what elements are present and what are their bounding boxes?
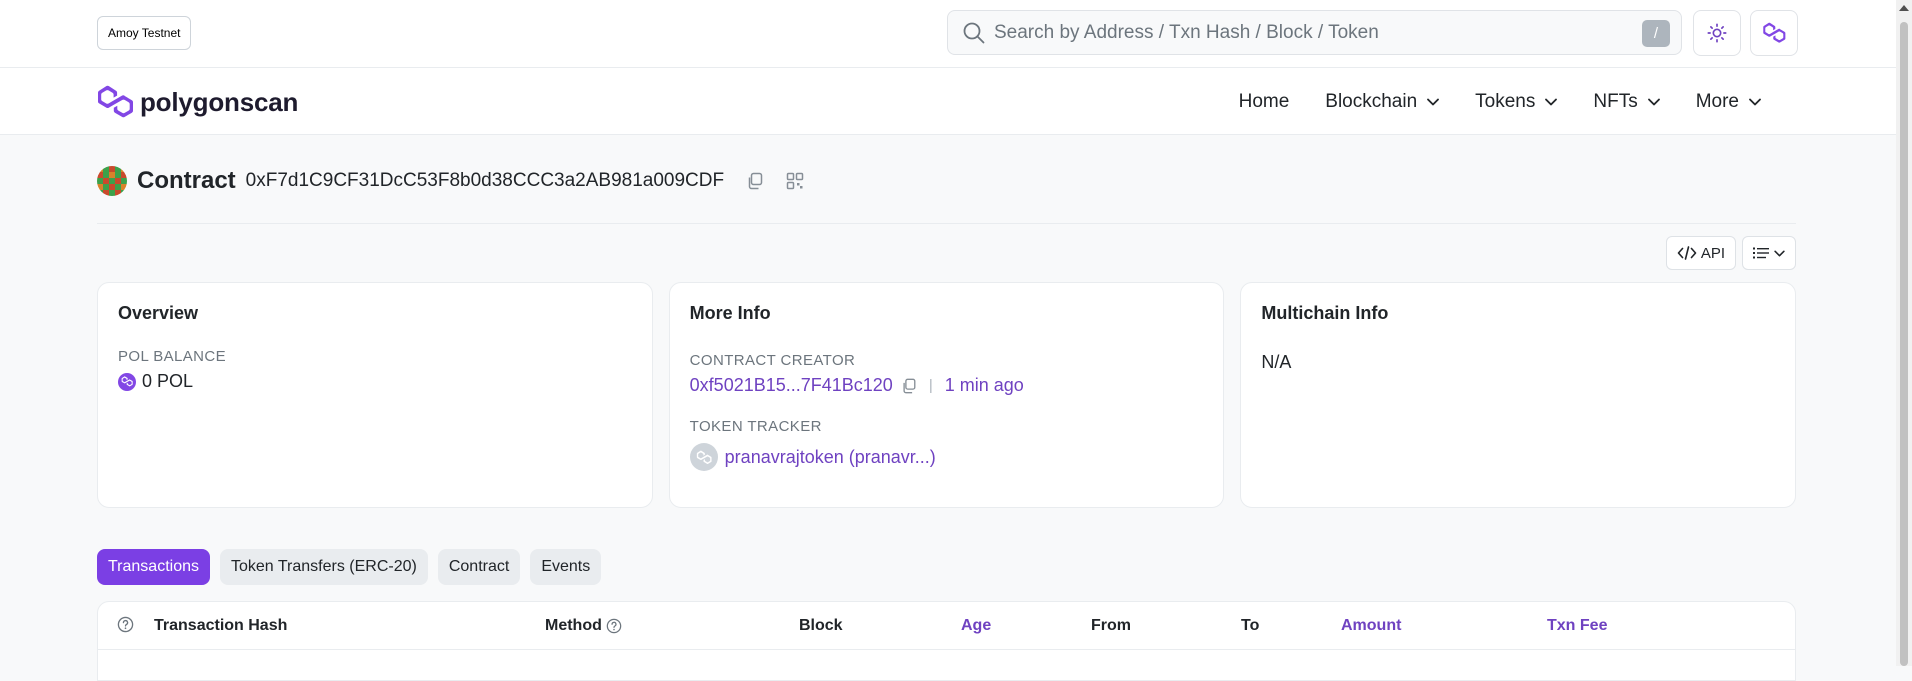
nav-item-more[interactable]: More	[1696, 91, 1761, 113]
creator-row: 0xf5021B15...7F41Bc120 | 1 min ago	[690, 375, 1204, 396]
chevron-down-icon	[1647, 98, 1660, 105]
column-header-age[interactable]: Age	[961, 602, 991, 649]
card-title: Multichain Info	[1261, 303, 1389, 323]
search-icon	[963, 22, 985, 44]
table-header-divider	[98, 649, 1795, 650]
nav-item-label: NFTs	[1593, 90, 1638, 112]
multichain-card: Multichain Info N/A	[1240, 282, 1797, 508]
column-header-txn-fee[interactable]: Txn Fee	[1547, 602, 1607, 649]
polygonscan-logo[interactable]: polygonscan	[96, 85, 298, 119]
creation-tx-link[interactable]: 1 min ago	[945, 375, 1024, 396]
help-icon[interactable]	[117, 616, 134, 633]
tab-events[interactable]: Events	[530, 549, 602, 585]
pol-token-icon	[118, 372, 136, 391]
qr-code-icon[interactable]	[786, 172, 804, 190]
nav-item-label: More	[1695, 90, 1739, 112]
header-divider	[97, 223, 1796, 224]
tab-token-transfers[interactable]: Token Transfers (ERC-20)	[220, 549, 428, 585]
transactions-table: Transaction Hash Method Block Age From T…	[97, 601, 1796, 681]
scrollbar-thumb[interactable]	[1900, 22, 1908, 666]
balance-value-row: 0 POL	[118, 371, 632, 392]
address-avatar	[97, 166, 127, 196]
more-options-dropdown[interactable]	[1742, 236, 1796, 270]
more-info-card: More Info CONTRACT CREATOR 0xf5021B15...…	[668, 282, 1225, 508]
nav-menu: Home Blockchain Tokens NFTs More	[1203, 68, 1761, 135]
chevron-down-icon	[1545, 98, 1558, 105]
column-header-amount[interactable]: Amount	[1341, 602, 1401, 649]
polygon-logo-icon	[98, 85, 133, 118]
contract-address: 0xF7d1C9CF31DcC53F8b0d38CCC3a2AB981a009C…	[245, 170, 725, 191]
tab-bar: Transactions Token Transfers (ERC-20) Co…	[97, 549, 611, 585]
page-title: Contract	[137, 167, 236, 194]
column-header-method: Method	[545, 602, 622, 649]
info-cards: Overview POL BALANCE 0 POL More Info CON…	[97, 282, 1797, 508]
api-button[interactable]: API	[1665, 236, 1736, 270]
column-header-transaction-hash: Transaction Hash	[154, 617, 288, 634]
code-icon	[1677, 246, 1697, 260]
creator-label: CONTRACT CREATOR	[689, 352, 856, 369]
search-box[interactable]: /	[947, 10, 1682, 55]
network-badge[interactable]: Amoy Testnet	[97, 16, 192, 50]
search-input[interactable]	[994, 11, 1594, 54]
logo-text: polygonscan	[140, 86, 299, 117]
nav-item-blockchain[interactable]: Blockchain	[1325, 90, 1440, 113]
help-icon[interactable]	[606, 618, 622, 634]
creator-address-link[interactable]: 0xf5021B15...7F41Bc120	[690, 375, 893, 396]
chevron-down-icon	[1427, 98, 1440, 105]
column-header-block: Block	[799, 617, 843, 634]
search-shortcut-key: /	[1642, 20, 1670, 47]
token-icon	[689, 443, 718, 471]
api-label: API	[1700, 244, 1725, 262]
main-navbar: polygonscan Home Blockchain Tokens NFTs …	[0, 68, 1896, 135]
polygon-logo-icon	[1763, 22, 1786, 43]
scroll-up-arrow-icon[interactable]	[1899, 5, 1909, 11]
overview-card: Overview POL BALANCE 0 POL	[97, 282, 653, 508]
contract-header: Contract 0xF7d1C9CF31DcC53F8b0d38CCC3a2A…	[97, 163, 804, 199]
page-tools: API	[1660, 236, 1796, 270]
page-scrollbar[interactable]	[1896, 0, 1912, 666]
sun-icon	[1707, 23, 1727, 43]
polygon-network-button[interactable]	[1750, 10, 1798, 56]
theme-toggle-button[interactable]	[1693, 10, 1741, 56]
copy-icon[interactable]	[746, 172, 764, 190]
balance-value: 0 POL	[142, 371, 194, 391]
column-header-label: Method	[545, 617, 602, 634]
nav-item-home[interactable]: Home	[1239, 91, 1290, 113]
top-bar: Amoy Testnet /	[0, 0, 1896, 68]
tab-contract[interactable]: Contract	[437, 549, 521, 585]
copy-icon[interactable]	[901, 378, 917, 394]
list-icon	[1753, 247, 1769, 259]
nav-item-nfts[interactable]: NFTs	[1593, 90, 1660, 113]
separator: |	[928, 377, 933, 394]
column-header-from: From	[1091, 617, 1131, 634]
chevron-down-icon	[1774, 250, 1785, 256]
token-tracker-label: TOKEN TRACKER	[689, 418, 822, 435]
nav-item-label: Home	[1238, 90, 1290, 112]
nav-item-label: Tokens	[1475, 90, 1536, 112]
multichain-value: N/A	[1261, 352, 1292, 372]
chevron-down-icon	[1749, 98, 1761, 105]
card-title: More Info	[689, 303, 771, 323]
card-title: Overview	[118, 303, 199, 323]
balance-label: POL BALANCE	[118, 348, 227, 365]
column-header-to: To	[1241, 617, 1260, 634]
nav-item-label: Blockchain	[1325, 90, 1418, 112]
token-tracker-row: pranavrajtoken (pranavr...)	[689, 443, 1204, 471]
nav-item-tokens[interactable]: Tokens	[1475, 90, 1558, 113]
token-tracker-link[interactable]: pranavrajtoken (pranavr...)	[725, 447, 936, 468]
tab-transactions[interactable]: Transactions	[97, 549, 210, 585]
